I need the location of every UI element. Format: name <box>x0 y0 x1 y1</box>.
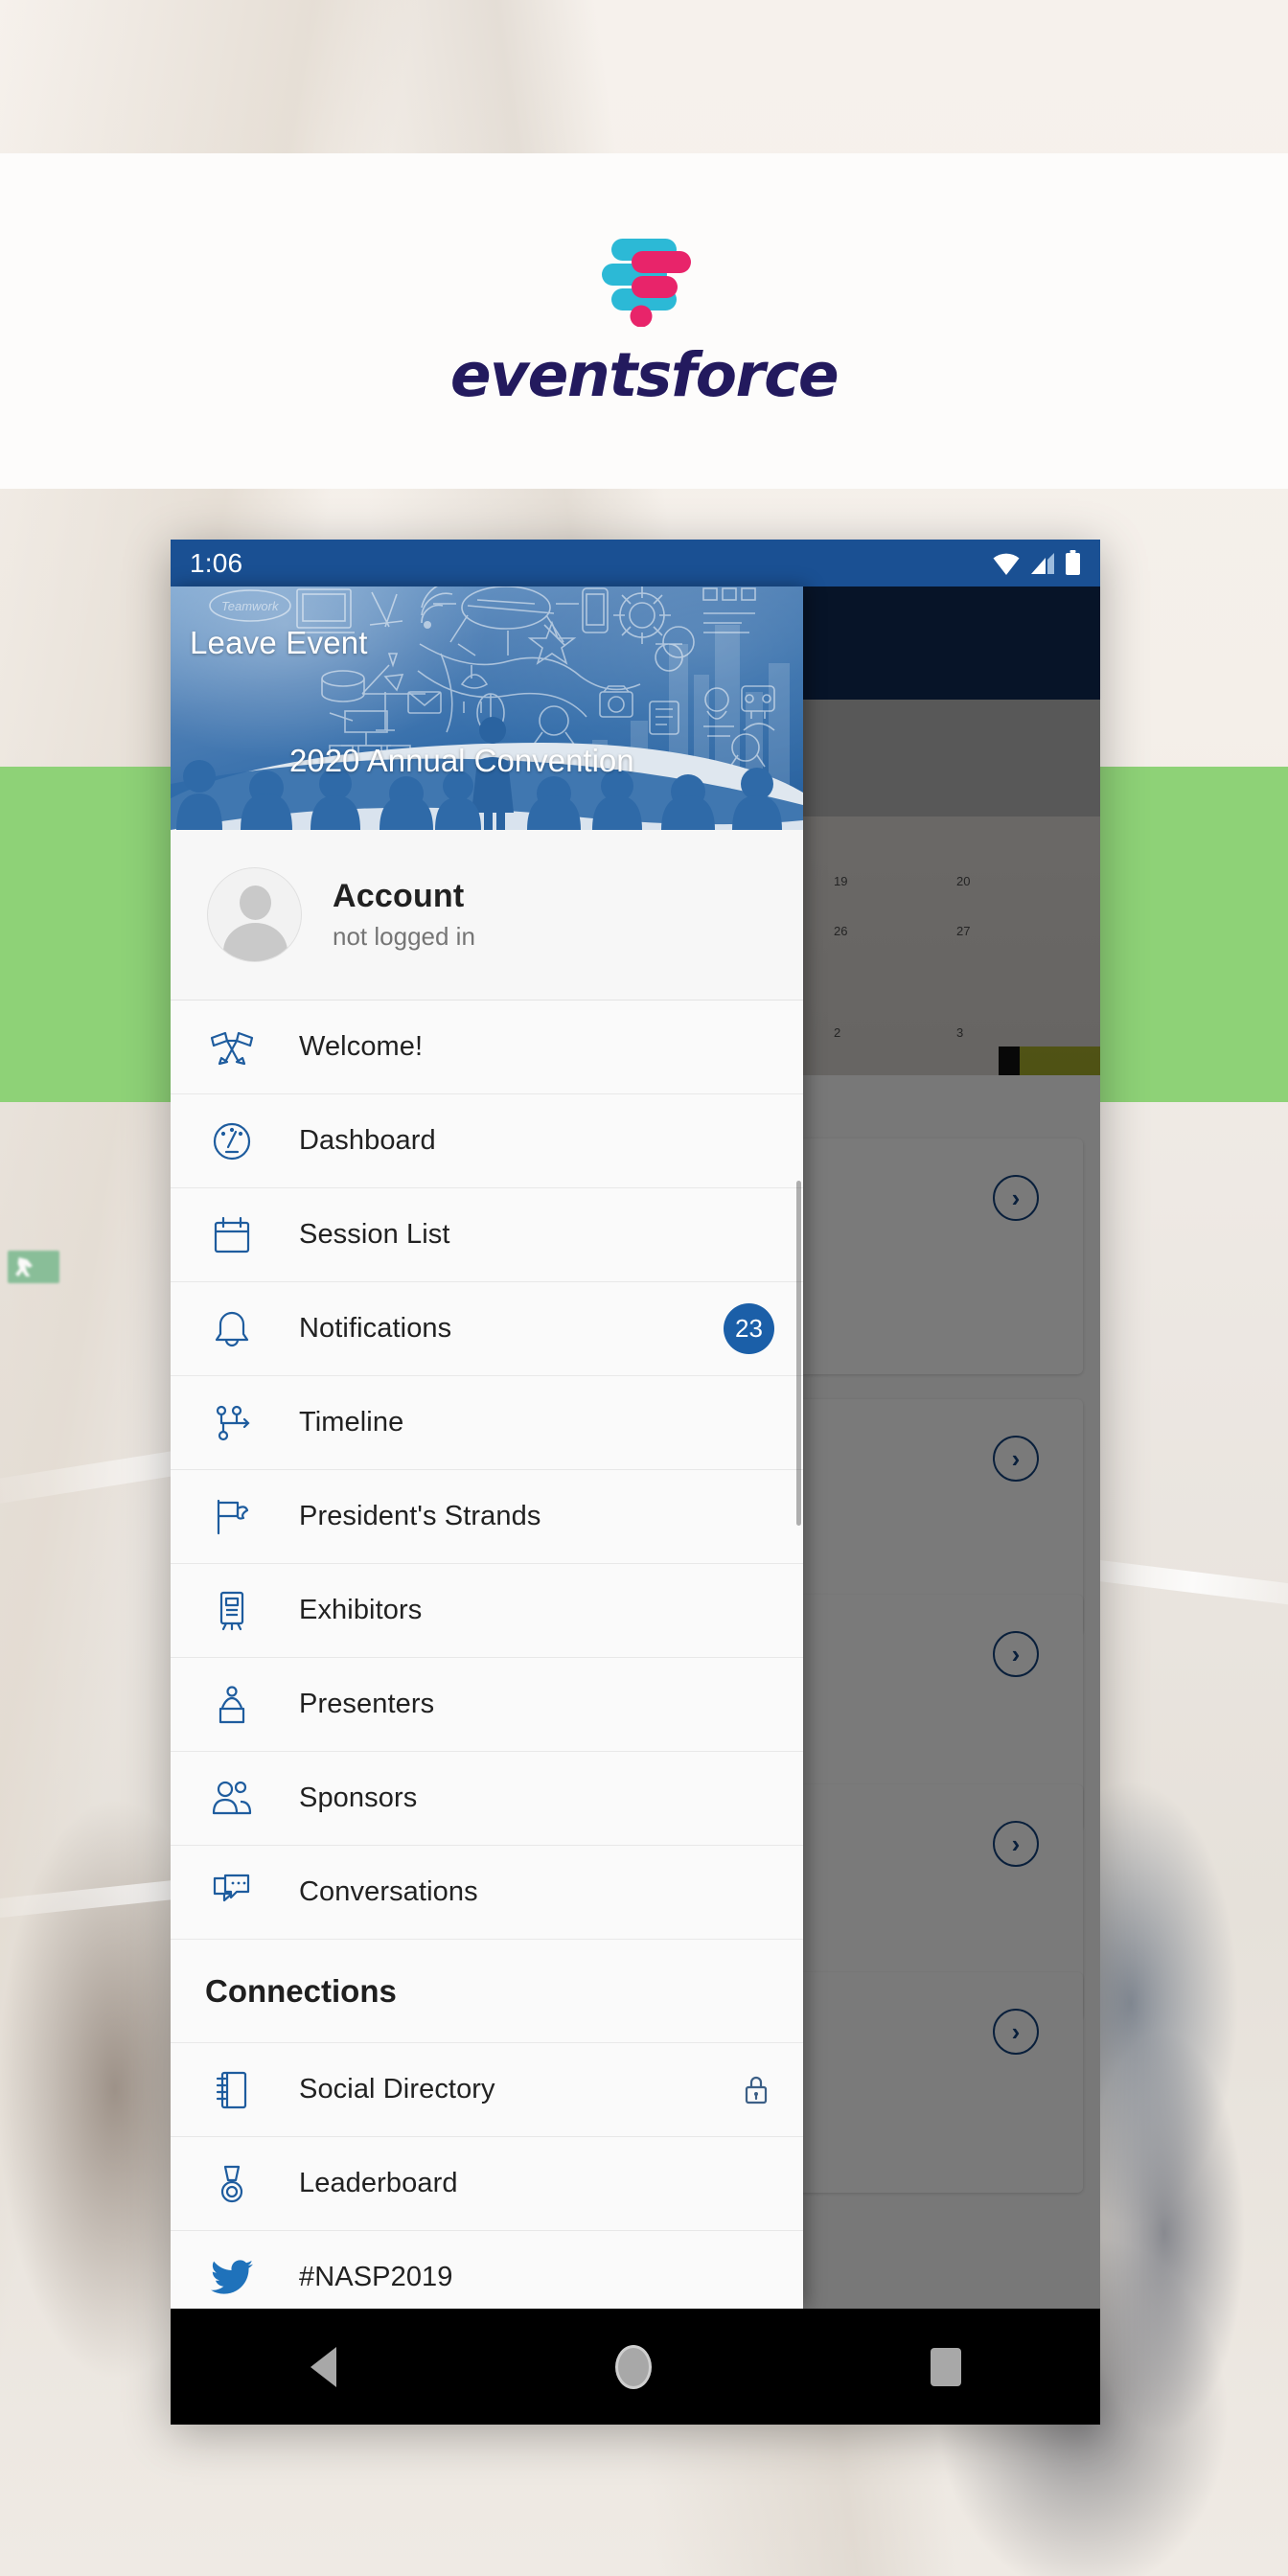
menu-item-presenters[interactable]: Presenters <box>171 1658 803 1752</box>
menu-item-label: Social Directory <box>299 2074 495 2105</box>
chat-bubbles-icon <box>205 1866 259 1920</box>
menu-item-dashboard[interactable]: Dashboard <box>171 1094 803 1188</box>
presenter-podium-icon <box>205 1678 259 1732</box>
event-title: 2020 Annual Convention <box>289 743 634 779</box>
account-row[interactable]: Account not logged in <box>171 830 803 1000</box>
menu-item-label: Exhibitors <box>299 1595 422 1626</box>
notebook-icon <box>205 2063 259 2117</box>
battery-icon <box>1065 550 1081 576</box>
banner-stand-icon <box>205 1584 259 1638</box>
account-status: not logged in <box>333 922 475 952</box>
recents-button[interactable] <box>931 2348 961 2386</box>
menu-item-label: #NASP2019 <box>299 2262 453 2293</box>
drawer-scrollbar[interactable] <box>796 1181 801 1526</box>
timeline-icon <box>205 1396 259 1450</box>
phone-device: 1:06 <box>171 540 1100 2425</box>
twitter-icon <box>205 2251 259 2305</box>
menu-item-welcome[interactable]: Welcome! <box>171 1000 803 1094</box>
menu-item-notifications[interactable]: Notifications 23 <box>171 1282 803 1376</box>
exit-sign <box>8 1251 59 1283</box>
menu-item-label: Welcome! <box>299 1031 423 1063</box>
green-band-right <box>1096 767 1288 1102</box>
menu-item-label: Conversations <box>299 1876 478 1908</box>
menu-item-label: President's Strands <box>299 1501 540 1532</box>
menu-item-session-list[interactable]: Session List <box>171 1188 803 1282</box>
account-name: Account <box>333 878 475 915</box>
menu-item-twitter-hashtag[interactable]: #NASP2019 <box>171 2231 803 2309</box>
leave-event-label[interactable]: Leave Event <box>190 625 368 661</box>
status-bar: 1:06 <box>171 540 1100 586</box>
green-band-left <box>0 767 172 1102</box>
people-icon <box>205 1772 259 1826</box>
eventsforce-bars-logo <box>577 233 711 327</box>
menu-item-label: Leaderboard <box>299 2168 458 2199</box>
menu-item-label: Session List <box>299 1219 450 1251</box>
calendar-icon <box>205 1208 259 1262</box>
lock-icon <box>742 2074 770 2106</box>
menu-item-social-directory[interactable]: Social Directory <box>171 2043 803 2137</box>
signal-icon <box>1029 551 1056 576</box>
menu-item-conversations[interactable]: Conversations <box>171 1846 803 1940</box>
menu-section-connections: Connections <box>171 1940 803 2043</box>
menu-item-label: Notifications <box>299 1313 451 1345</box>
menu-item-exhibitors[interactable]: Exhibitors <box>171 1564 803 1658</box>
medal-icon <box>205 2157 259 2211</box>
avatar <box>207 867 302 962</box>
menu-item-presidents-strands[interactable]: President's Strands <box>171 1470 803 1564</box>
account-text: Account not logged in <box>333 878 475 952</box>
menu-item-label: Sponsors <box>299 1782 417 1814</box>
bell-icon <box>205 1302 259 1356</box>
menu-item-sponsors[interactable]: Sponsors <box>171 1752 803 1846</box>
android-nav-bar <box>171 2309 1100 2425</box>
flag-icon <box>205 1490 259 1544</box>
brand-wordmark: eventsforce <box>450 340 838 410</box>
menu-item-label: Presenters <box>299 1689 434 1720</box>
status-bar-icons <box>992 550 1081 576</box>
menu-item-label: Timeline <box>299 1407 403 1438</box>
drawer-hero-banner: Teamwork <box>171 586 803 830</box>
menu-item-leaderboard[interactable]: Leaderboard <box>171 2137 803 2231</box>
menu-item-label: Dashboard <box>299 1125 436 1157</box>
status-bar-time: 1:06 <box>190 548 242 579</box>
page-root: eventsforce 1:06 <box>0 0 1288 2576</box>
drawer-menu: Welcome! Dashboard <box>171 1000 803 2309</box>
gauge-icon <box>205 1115 259 1168</box>
navigation-drawer: Teamwork <box>171 586 803 2309</box>
menu-item-timeline[interactable]: Timeline <box>171 1376 803 1470</box>
flags-icon <box>205 1021 259 1074</box>
notifications-badge: 23 <box>724 1303 774 1354</box>
back-button[interactable] <box>310 2347 336 2387</box>
brand-logo-panel: eventsforce <box>0 153 1288 489</box>
home-button[interactable] <box>615 2345 652 2389</box>
wifi-icon <box>992 551 1021 576</box>
